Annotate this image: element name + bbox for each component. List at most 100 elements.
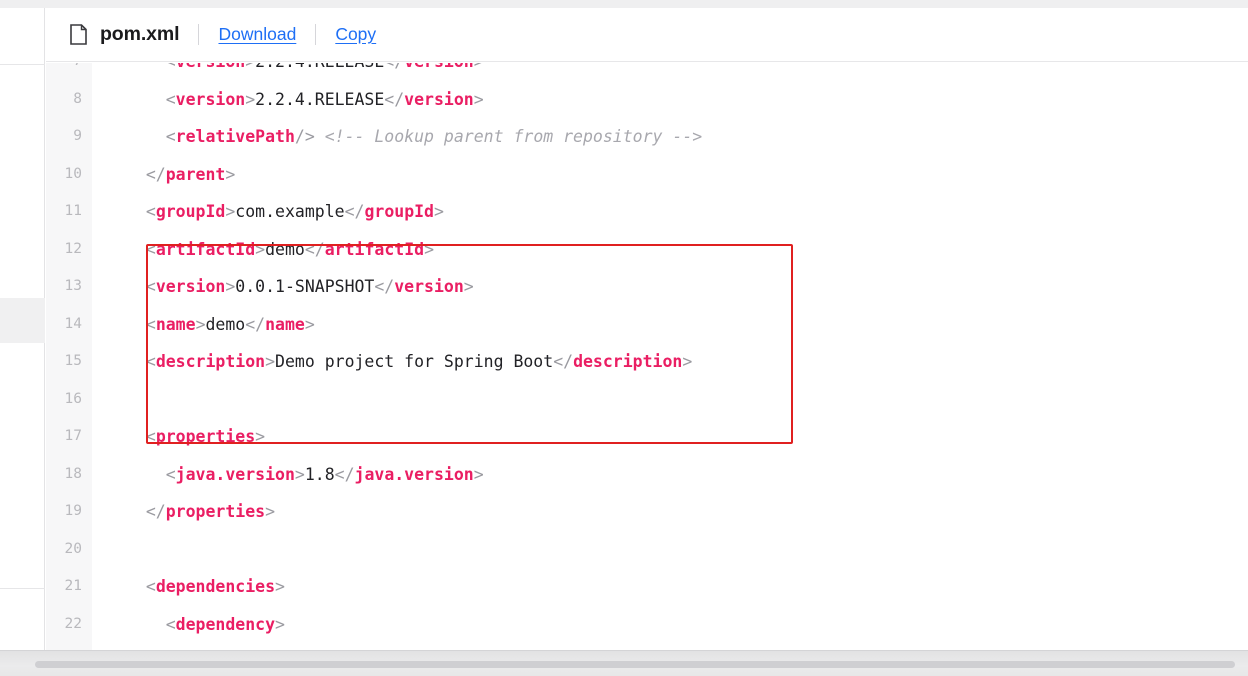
file-document-icon <box>70 24 87 45</box>
download-link[interactable]: Download <box>218 24 296 45</box>
code-line-text: <artifactId>demo</artifactId> <box>46 231 1248 269</box>
line-number: 14 <box>64 315 82 332</box>
code-line-text: <version>2.2.4.RELEASE</version> <box>46 63 1248 81</box>
token-punct: < <box>126 277 156 296</box>
copy-link[interactable]: Copy <box>335 24 376 45</box>
code-line: 21 <dependencies> <box>46 568 1248 606</box>
horizontal-scroll-track[interactable] <box>0 656 1248 668</box>
code-line: 17 <properties> <box>46 418 1248 456</box>
token-punct: < <box>126 127 176 146</box>
line-number: 21 <box>64 578 82 594</box>
code-line-text: <dependency> <box>46 606 1248 644</box>
token-punct: > <box>195 314 206 334</box>
token-tag: artifactId <box>324 239 425 259</box>
horizontal-scroll-thumb[interactable] <box>35 661 1235 668</box>
token-punct: </ <box>553 352 574 371</box>
rail-divider-top <box>0 64 45 65</box>
token-punct: > <box>225 164 236 184</box>
token-text: 1.8 <box>304 464 335 484</box>
header-separator-1 <box>198 24 200 45</box>
token-punct: < <box>126 89 176 109</box>
header-separator-2 <box>315 24 317 45</box>
token-text: demo <box>265 239 305 259</box>
token-tag: groupId <box>155 202 226 221</box>
code-line: 18 <java.version>1.8</java.version> <box>46 456 1248 494</box>
code-line: 12 <artifactId>demo</artifactId> <box>46 231 1248 269</box>
token-tag: properties <box>155 427 256 446</box>
token-punct: < <box>126 63 176 71</box>
code-line-text: <name>demo</name> <box>46 306 1248 344</box>
token-punct: > <box>245 63 255 71</box>
line-number: 19 <box>64 503 82 519</box>
token-tag: groupId <box>364 202 434 221</box>
token-text: 2.2.4.RELEASE <box>255 63 384 71</box>
token-tag: dependency <box>175 614 276 634</box>
token-punct: > <box>434 202 444 221</box>
token-punct: > <box>424 239 434 259</box>
token-tag: version <box>404 89 474 109</box>
line-number: 10 <box>64 165 82 182</box>
window-top-strip <box>0 0 1248 8</box>
code-line-text: <dependencies> <box>46 568 1248 606</box>
token-tag: version <box>155 277 226 296</box>
line-number: 8 <box>73 90 82 107</box>
code-line: 14 <name>demo</name> <box>46 306 1248 344</box>
token-text: demo <box>205 314 246 334</box>
token-punct: < <box>126 202 156 221</box>
token-punct: < <box>126 427 156 446</box>
code-line-text: <java.version>1.8</java.version> <box>46 456 1248 494</box>
token-tag: artifactId <box>155 239 256 259</box>
token-punct: > <box>474 63 484 71</box>
code-line-text: <groupId>com.example</groupId> <box>46 193 1248 231</box>
line-number: 7 <box>46 63 82 81</box>
token-tag: version <box>175 89 246 109</box>
code-line: 16 <box>46 381 1248 419</box>
token-punct: < <box>126 239 156 259</box>
token-punct: </ <box>304 239 325 259</box>
token-punct: > <box>265 502 276 521</box>
left-sidebar-rail[interactable] <box>0 8 45 650</box>
token-punct: </ <box>126 164 166 184</box>
code-line: 20 <box>46 531 1248 569</box>
rail-selected-item[interactable] <box>0 298 45 343</box>
file-header-bar: pom.xml Download Copy <box>46 8 1248 62</box>
code-line: 13 <version>0.0.1-SNAPSHOT</version> <box>46 268 1248 306</box>
token-punct: > <box>225 277 236 296</box>
token-punct: > <box>245 89 256 109</box>
token-punct: < <box>126 464 176 484</box>
token-tag: parent <box>165 164 226 184</box>
line-number: 12 <box>64 240 82 257</box>
token-punct: > <box>255 239 266 259</box>
code-line-text: <version>2.2.4.RELEASE</version> <box>46 81 1248 119</box>
token-punct: > <box>275 614 285 634</box>
code-line: 8 <version>2.2.4.RELEASE</version> <box>46 81 1248 119</box>
token-punct: </ <box>126 502 166 521</box>
code-line-text: </parent> <box>46 156 1248 194</box>
horizontal-scrollbar-area[interactable] <box>0 650 1248 676</box>
line-number: 13 <box>64 278 82 294</box>
code-line: 15 <description>Demo project for Spring … <box>46 343 1248 381</box>
token-punct: < <box>126 577 156 596</box>
code-line-text: <properties> <box>46 418 1248 456</box>
code-content[interactable]: 7 <version>2.2.4.RELEASE</version>8 <ver… <box>46 63 1248 650</box>
code-line-text: </properties> <box>46 493 1248 531</box>
token-tag: name <box>155 314 196 334</box>
code-line: 9 <relativePath/> <!-- Lookup parent fro… <box>46 118 1248 156</box>
token-punct: </ <box>374 277 395 296</box>
token-punct: </ <box>245 314 266 334</box>
code-line: 7 <version>2.2.4.RELEASE</version> <box>46 63 1248 81</box>
token-tag: description <box>573 352 683 371</box>
code-viewport[interactable]: 7 <version>2.2.4.RELEASE</version>8 <ver… <box>46 63 1248 650</box>
token-text: com.example <box>235 202 345 221</box>
code-line: 19 </properties> <box>46 493 1248 531</box>
token-punct: </ <box>384 89 405 109</box>
token-tag: relativePath <box>175 127 295 146</box>
token-punct: > <box>304 314 315 334</box>
token-punct: </ <box>334 464 355 484</box>
token-punct: < <box>126 314 156 334</box>
token-punct: > <box>463 277 474 296</box>
token-punct: > <box>473 89 484 109</box>
rail-divider-bottom <box>0 588 45 589</box>
token-tag: version <box>404 63 474 71</box>
token-text: 2.2.4.RELEASE <box>255 89 385 109</box>
